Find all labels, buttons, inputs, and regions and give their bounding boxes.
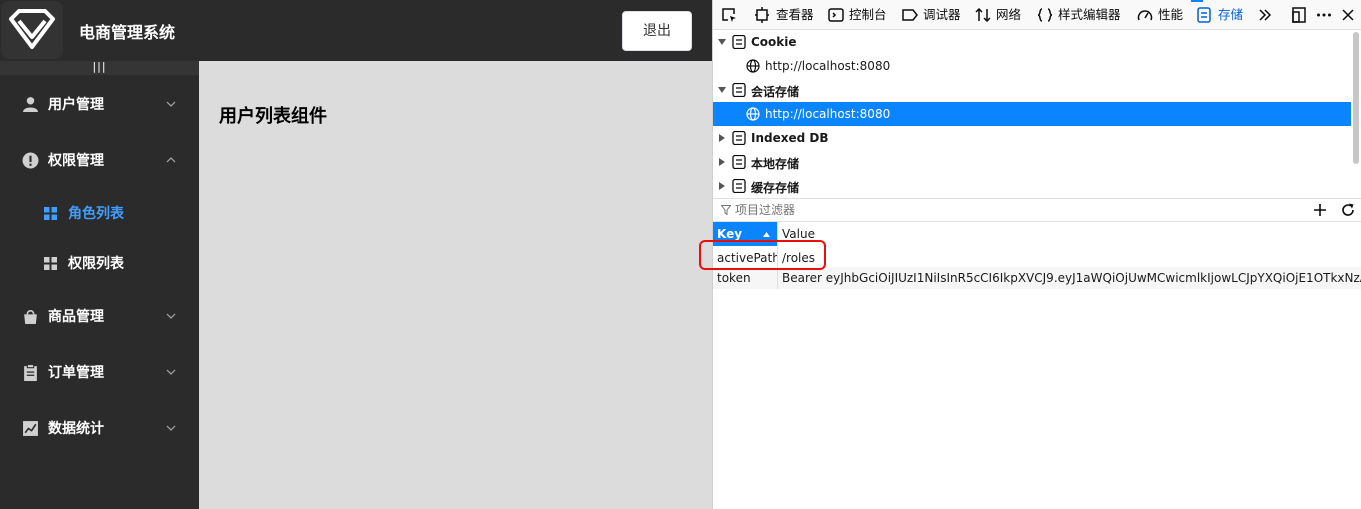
tree-item-label: 会话存储 xyxy=(751,85,800,99)
network-icon xyxy=(975,7,991,23)
collapsed-arrow-icon xyxy=(719,158,725,166)
warning-icon xyxy=(22,152,39,169)
clipboard-icon xyxy=(24,364,37,381)
tree-item-local-storage[interactable]: 本地存储 xyxy=(713,150,1351,174)
chevron-up-icon xyxy=(166,157,176,163)
column-header-value[interactable]: Value xyxy=(777,222,1361,246)
storage-db-icon xyxy=(732,83,746,97)
tree-item-cookie[interactable]: Cookie xyxy=(713,30,1351,54)
sidebar-subitem-label: 角色列表 xyxy=(68,206,124,222)
row-value-cell[interactable]: /roles xyxy=(777,247,1361,269)
chart-icon xyxy=(23,421,38,436)
chevron-down-icon xyxy=(166,313,176,319)
user-icon xyxy=(23,97,38,112)
collapsed-arrow-icon xyxy=(719,182,725,190)
logo xyxy=(1,1,63,59)
globe-icon xyxy=(746,59,760,73)
logout-button[interactable]: 退出 xyxy=(622,11,692,51)
column-header-label: Key xyxy=(717,227,743,241)
storage-db-icon xyxy=(732,35,746,49)
sort-ascending-icon xyxy=(763,232,770,237)
tab-label: 调试器 xyxy=(923,7,961,22)
row-key-cell[interactable]: token xyxy=(713,267,777,289)
tab-label: 查看器 xyxy=(776,7,814,22)
menu-icon[interactable] xyxy=(1316,7,1332,23)
sidebar-item-label: 数据统计 xyxy=(48,421,104,437)
tree-item-cookie-origin[interactable]: http://localhost:8080 xyxy=(713,54,1351,78)
storage-db-icon xyxy=(732,131,746,145)
sidebar-item-orders[interactable]: 订单管理 xyxy=(0,344,199,400)
devtools-toolbar: 查看器 控制台 调试器 网络 样式编辑器 性能 存储 xyxy=(713,0,1361,30)
tree-item-session-origin[interactable]: http://localhost:8080 xyxy=(713,102,1351,126)
tree-item-label: http://localhost:8080 xyxy=(765,59,891,73)
grid-icon xyxy=(44,257,57,270)
tab-label: 控制台 xyxy=(849,7,887,22)
page-title: 用户列表组件 xyxy=(219,106,327,127)
sidebar-item-label: 用户管理 xyxy=(48,97,104,113)
highlight-annotation xyxy=(699,240,826,270)
app-title: 电商管理系统 xyxy=(79,23,176,42)
chevron-down-icon xyxy=(166,369,176,375)
tree-item-label: 缓存存储 xyxy=(751,181,800,195)
tree-item-label: 本地存储 xyxy=(751,157,800,171)
tree-item-label: Cookie xyxy=(751,35,797,49)
storage-db-icon xyxy=(732,179,746,193)
tab-label: 样式编辑器 xyxy=(1058,7,1121,22)
sidebar-subitem-rights[interactable]: 权限列表 xyxy=(0,238,199,288)
style-editor-icon xyxy=(1037,8,1053,22)
sidebar-item-label: 订单管理 xyxy=(48,365,104,381)
performance-icon xyxy=(1137,10,1153,21)
tree-item-cache-storage[interactable]: 缓存存储 xyxy=(713,174,1351,198)
sidebar-subitem-label: 权限列表 xyxy=(68,256,124,272)
tab-label: 存储 xyxy=(1218,7,1244,22)
sidebar-item-users[interactable]: 用户管理 xyxy=(0,76,199,132)
sidebar-item-reports[interactable]: 数据统计 xyxy=(0,400,199,456)
tab-label: 网络 xyxy=(996,7,1022,22)
sidebar-item-goods[interactable]: 商品管理 xyxy=(0,288,199,344)
inspector-icon xyxy=(755,7,769,23)
sidebar-item-label: 权限管理 xyxy=(48,153,104,169)
bag-icon xyxy=(24,310,37,324)
storage-db-icon xyxy=(732,155,746,169)
main-content: 用户列表组件 xyxy=(199,61,712,509)
tree-item-session-storage[interactable]: 会话存储 xyxy=(713,78,1351,102)
chevron-down-icon xyxy=(166,101,176,107)
sidebar: ||| 用户管理 权限管理 角色列表 权限列表 商品管理 订单管理 数据统计 xyxy=(0,61,199,509)
expanded-arrow-icon xyxy=(718,39,726,45)
debugger-icon xyxy=(902,9,918,21)
filter-input[interactable] xyxy=(713,199,1293,221)
tree-scrollbar[interactable] xyxy=(1353,32,1359,164)
tab-label: 性能 xyxy=(1158,7,1184,22)
row-value-cell[interactable]: Bearer eyJhbGciOiJIUzI1NiIsInR5cCI6IkpXV… xyxy=(777,267,1361,289)
more-tools-icon[interactable] xyxy=(1257,7,1273,23)
console-icon xyxy=(828,8,844,22)
dock-side-icon[interactable] xyxy=(1291,7,1307,23)
app-header: 电商管理系统 退出 xyxy=(0,0,712,61)
close-icon[interactable] xyxy=(1340,7,1356,23)
sidebar-toggle[interactable]: ||| xyxy=(0,61,199,75)
globe-icon xyxy=(746,107,760,121)
storage-tree: Cookie http://localhost:8080 会话存储 http:/… xyxy=(713,30,1355,198)
expanded-arrow-icon xyxy=(718,87,726,93)
column-header-label: Value xyxy=(782,227,815,241)
element-picker-icon[interactable] xyxy=(721,7,737,23)
refresh-icon[interactable] xyxy=(1341,203,1355,217)
filter-bar xyxy=(713,198,1361,222)
app-window: 电商管理系统 退出 ||| 用户管理 权限管理 角色列表 权限列表 商品管理 订… xyxy=(0,0,712,509)
chevron-down-icon xyxy=(166,425,176,431)
add-item-icon[interactable] xyxy=(1313,203,1327,217)
sidebar-item-label: 商品管理 xyxy=(48,309,104,325)
sidebar-subitem-roles[interactable]: 角色列表 xyxy=(0,188,199,238)
tree-item-indexeddb[interactable]: Indexed DB xyxy=(713,126,1351,150)
tree-item-label: Indexed DB xyxy=(751,131,829,145)
collapsed-arrow-icon xyxy=(719,134,725,142)
grid-icon xyxy=(44,207,57,220)
sidebar-item-permissions[interactable]: 权限管理 xyxy=(0,132,199,188)
storage-icon xyxy=(1197,7,1211,23)
tree-item-label: http://localhost:8080 xyxy=(765,107,891,121)
